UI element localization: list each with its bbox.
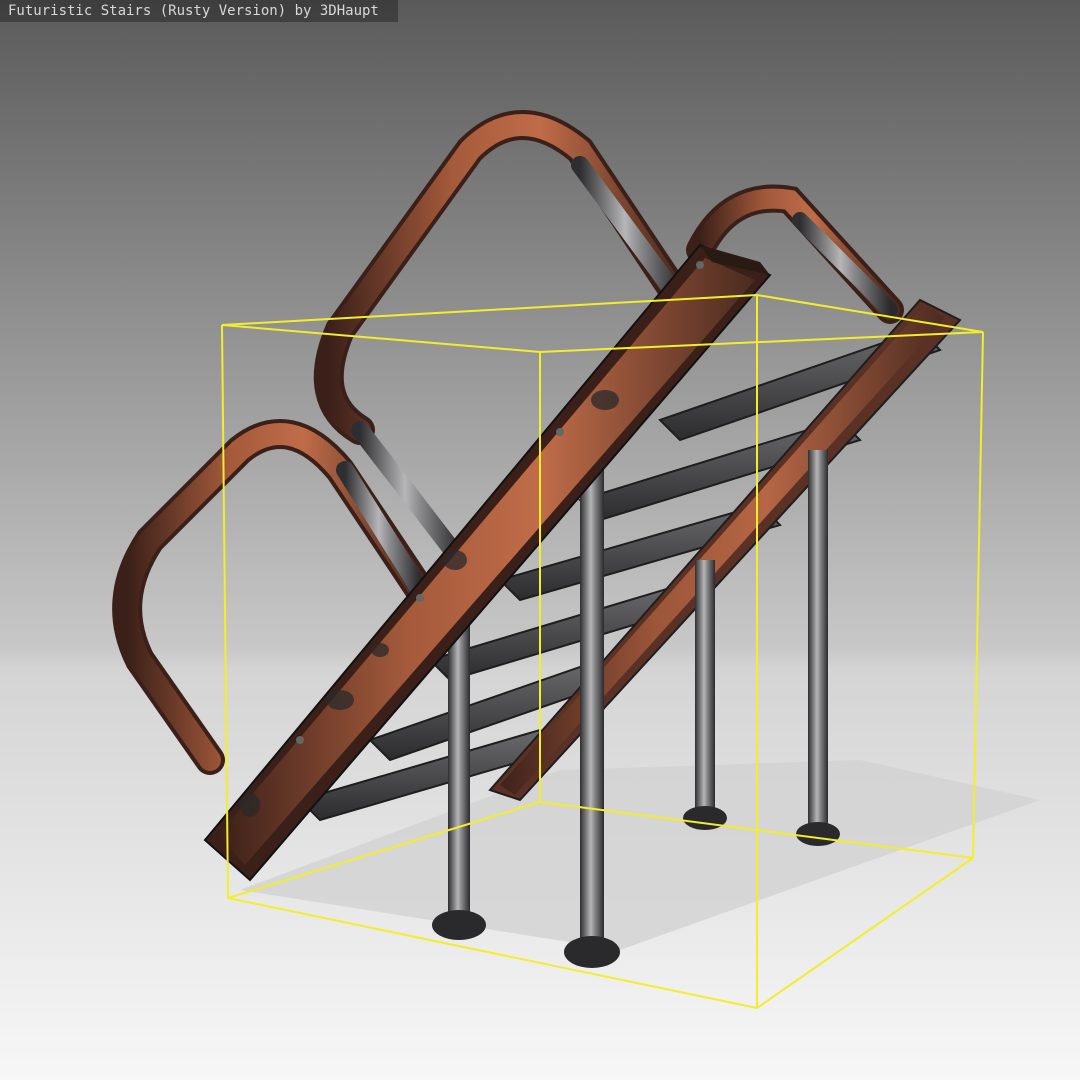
leg-1 xyxy=(448,625,470,925)
leg-3 xyxy=(695,560,715,810)
3d-viewport[interactable] xyxy=(0,0,1080,1080)
foot-1 xyxy=(432,910,486,940)
model-title-label: Futuristic Stairs (Rusty Version) by 3DH… xyxy=(0,0,398,22)
leg-2 xyxy=(580,470,604,945)
foot-2 xyxy=(564,936,620,968)
foot-3 xyxy=(683,806,727,830)
foot-4 xyxy=(796,822,840,846)
leg-4 xyxy=(808,450,828,830)
